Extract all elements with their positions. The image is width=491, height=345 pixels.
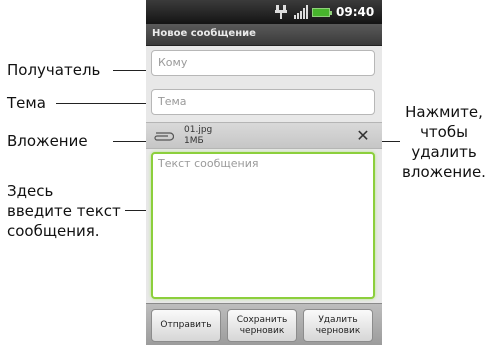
- title-bar: Новое сообщение: [146, 24, 382, 46]
- attachment-row: 01.jpg 1МБ ✕: [146, 122, 382, 149]
- usb-icon: [275, 5, 287, 19]
- callout-subject-line: [56, 103, 153, 104]
- attachment-file-size: 1МБ: [184, 136, 204, 146]
- paperclip-icon: [154, 132, 174, 141]
- window-title: Новое сообщение: [152, 28, 256, 39]
- subject-input[interactable]: Тема: [151, 89, 375, 115]
- remove-attachment-button[interactable]: ✕: [354, 127, 372, 145]
- delete-draft-button[interactable]: Удалить черновик: [303, 309, 373, 342]
- signal-icon: [294, 5, 308, 19]
- send-button[interactable]: Отправить: [151, 309, 221, 342]
- callout-subject: Тема: [7, 94, 46, 112]
- callout-remove-attachment: Нажмите, чтобы удалить вложение.: [402, 103, 486, 181]
- recipient-input[interactable]: Кому: [151, 50, 375, 76]
- close-icon: ✕: [356, 126, 370, 145]
- button-bar: Отправить Сохранить черновик Удалить чер…: [146, 303, 382, 345]
- message-input[interactable]: Текст сообщения: [151, 152, 375, 299]
- callout-recipient: Получатель: [7, 61, 101, 79]
- status-time: 09:40: [336, 5, 375, 19]
- callout-message: Здесь введите текст сообщения.: [7, 182, 121, 240]
- status-bar: 09:40: [146, 0, 382, 24]
- callout-attachment: Вложение: [7, 132, 88, 150]
- battery-icon: [312, 8, 332, 17]
- save-draft-button[interactable]: Сохранить черновик: [227, 309, 297, 342]
- attachment-file-name: 01.jpg: [184, 125, 213, 135]
- phone-screen: 09:40 Новое сообщение Кому Тема 01.jpg 1…: [146, 0, 382, 345]
- compose-form: Кому Тема 01.jpg 1МБ ✕ Текст сообщения: [146, 46, 382, 303]
